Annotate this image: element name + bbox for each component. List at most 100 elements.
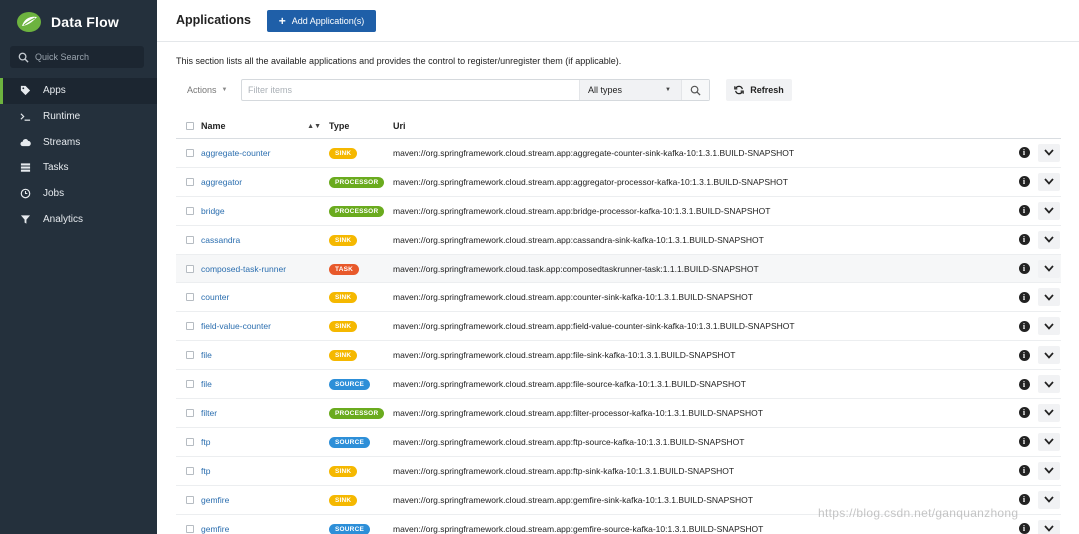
table-row[interactable]: filter PROCESSOR maven://org.springframewo…: [176, 399, 1061, 428]
row-checkbox[interactable]: [186, 466, 194, 475]
app-name-link[interactable]: gemfire: [201, 524, 329, 534]
page-header: Applications + Add Application(s): [157, 0, 1079, 42]
type-badge: SOURCE: [329, 523, 371, 534]
sidebar-item-label: Analytics: [43, 213, 84, 225]
expand-button[interactable]: [1038, 143, 1060, 162]
table-row[interactable]: cassandra SINK maven://org.springframework…: [176, 226, 1061, 255]
row-checkbox[interactable]: [186, 206, 194, 215]
table-row[interactable]: file SINK maven://org.springframework.clou…: [176, 341, 1061, 371]
sidebar-item-tasks[interactable]: Tasks: [0, 155, 157, 181]
app-name-link[interactable]: filter: [201, 408, 329, 418]
actions-dropdown[interactable]: Actions ▼: [176, 79, 236, 101]
row-checkbox[interactable]: [186, 264, 194, 273]
row-checkbox[interactable]: [186, 351, 194, 360]
table-row[interactable]: counter SINK maven://org.springframework.c…: [176, 283, 1061, 313]
row-checkbox[interactable]: [186, 177, 194, 186]
table-row[interactable]: composed-task-runner TASK maven://org.spri…: [176, 254, 1061, 284]
info-icon[interactable]: i: [1018, 378, 1030, 390]
app-name-link[interactable]: file: [201, 350, 329, 360]
app-name-link[interactable]: ftp: [201, 466, 329, 476]
row-checkbox[interactable]: [186, 293, 194, 302]
sidebar-item-analytics[interactable]: Analytics: [0, 206, 157, 232]
expand-button[interactable]: [1038, 172, 1060, 191]
toolbar: Actions ▼ All types ▼ Refre: [176, 79, 796, 101]
row-checkbox[interactable]: [186, 380, 194, 389]
info-icon[interactable]: i: [1018, 147, 1030, 159]
info-icon[interactable]: i: [1018, 523, 1030, 534]
table-row[interactable]: field-value-counter SINK maven://org.sprin…: [176, 312, 1061, 342]
type-badge: PROCESSOR: [329, 205, 385, 217]
type-select[interactable]: All types ▼: [579, 80, 681, 100]
sidebar-item-streams[interactable]: Streams: [0, 129, 157, 155]
sidebar-item-jobs[interactable]: Jobs: [0, 181, 157, 207]
expand-button[interactable]: [1038, 346, 1060, 365]
app-name-link[interactable]: aggregate-counter: [201, 148, 329, 158]
sort-down-icon[interactable]: ▲▼: [307, 123, 321, 130]
expand-cell: [1037, 259, 1061, 278]
chevron-down-icon: [1044, 236, 1054, 243]
app-name-link[interactable]: gemfire: [201, 495, 329, 505]
info-icon[interactable]: i: [1018, 436, 1030, 448]
type-badge: SINK: [329, 234, 358, 246]
info-icon[interactable]: i: [1018, 494, 1030, 506]
info-icon[interactable]: i: [1018, 263, 1030, 274]
table-row[interactable]: bridge PROCESSOR maven://org.springframewo…: [176, 197, 1061, 226]
row-checkbox[interactable]: [186, 322, 194, 331]
info-icon[interactable]: i: [1018, 320, 1030, 332]
type-badge: SINK: [329, 321, 358, 333]
table-row[interactable]: aggregate-counter SINK maven://org.springf…: [176, 139, 1061, 168]
info-icon[interactable]: i: [1018, 465, 1030, 477]
info-icon[interactable]: i: [1018, 407, 1030, 419]
uri-cell: maven://org.springframework.cloud.stream…: [393, 494, 753, 505]
table-row[interactable]: ftp SINK maven://org.springframework.cloud…: [176, 457, 1061, 486]
quick-search[interactable]: [10, 46, 144, 68]
brand[interactable]: Data Flow: [16, 10, 119, 34]
add-application-button[interactable]: + Add Application(s): [267, 10, 376, 32]
info-icon[interactable]: i: [1018, 291, 1030, 303]
info-icon[interactable]: i: [1018, 176, 1030, 188]
expand-button[interactable]: [1038, 288, 1060, 307]
expand-button[interactable]: [1038, 403, 1060, 422]
expand-button[interactable]: [1038, 259, 1060, 278]
app-name-link[interactable]: field-value-counter: [201, 321, 329, 331]
main-content: Applications + Add Application(s) This s…: [157, 0, 1079, 534]
sidebar-item-runtime[interactable]: Runtime: [0, 104, 157, 130]
filter-input[interactable]: [242, 80, 579, 100]
expand-button[interactable]: [1038, 490, 1060, 509]
app-name-link[interactable]: file: [201, 379, 329, 389]
select-all-checkbox[interactable]: [186, 122, 194, 130]
expand-button[interactable]: [1038, 461, 1060, 480]
info-icon[interactable]: i: [1018, 349, 1030, 361]
row-checkbox[interactable]: [186, 524, 194, 533]
row-checkbox[interactable]: [186, 235, 194, 244]
sidebar-item-apps[interactable]: Apps: [0, 78, 157, 104]
sidebar-nav: Apps Runtime Streams Tasks Jobs Analytic…: [0, 78, 157, 232]
app-name-link[interactable]: ftp: [201, 437, 329, 447]
row-checkbox[interactable]: [186, 148, 194, 157]
quick-search-input[interactable]: [35, 52, 135, 62]
expand-button[interactable]: [1038, 317, 1060, 336]
caret-down-icon: ▼: [665, 87, 671, 93]
expand-button[interactable]: [1038, 375, 1060, 394]
column-header-name[interactable]: Name ▲▼: [201, 121, 329, 131]
app-name-link[interactable]: aggregator: [201, 177, 329, 187]
expand-button[interactable]: [1038, 230, 1060, 249]
app-name-link[interactable]: counter: [201, 292, 329, 302]
app-name-link[interactable]: cassandra: [201, 235, 329, 245]
app-name-link[interactable]: bridge: [201, 206, 329, 216]
expand-button[interactable]: [1038, 201, 1060, 220]
expand-button[interactable]: [1038, 432, 1060, 451]
row-checkbox[interactable]: [186, 408, 194, 417]
info-icon[interactable]: i: [1018, 205, 1030, 217]
expand-button[interactable]: [1038, 519, 1060, 534]
table-row[interactable]: file SOURCE maven://org.springframework.cl…: [176, 370, 1061, 400]
row-checkbox[interactable]: [186, 495, 194, 504]
page-title: Applications: [176, 13, 252, 27]
row-checkbox[interactable]: [186, 437, 194, 446]
refresh-button[interactable]: Refresh: [726, 79, 792, 101]
info-icon[interactable]: i: [1018, 234, 1030, 246]
app-name-link[interactable]: composed-task-runner: [201, 264, 329, 274]
search-button[interactable]: [681, 80, 709, 100]
table-row[interactable]: ftp SOURCE maven://org.springframework.clo…: [176, 428, 1061, 457]
table-row[interactable]: aggregator PROCESSOR maven://org.springfra…: [176, 168, 1061, 197]
